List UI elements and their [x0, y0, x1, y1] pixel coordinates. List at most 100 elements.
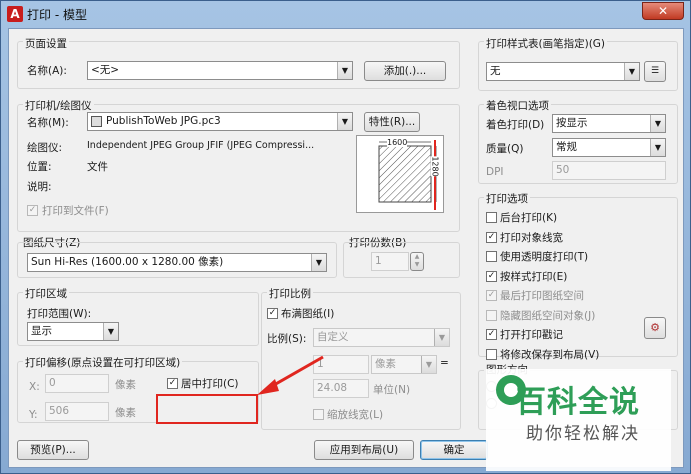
description-label: 说明:: [27, 181, 52, 193]
plot-scale-heading: 打印比例: [267, 286, 313, 301]
plot-option-label: 将修改保存到布局(V): [500, 348, 600, 361]
plot-option-label: 打印对象线宽: [500, 231, 563, 244]
print-dialog-window: A 打印 - 模型 ✕ 页面设置 名称(A): <无> ▼ 添加(.)... 打印…: [0, 0, 691, 474]
location-label: 位置:: [27, 161, 52, 173]
edit-plot-style-icon[interactable]: ☰: [644, 61, 666, 82]
page-setup-name-label: 名称(A):: [27, 65, 67, 77]
chevron-down-icon: ▼: [650, 115, 665, 132]
page-setup-name-value: <无>: [91, 64, 120, 76]
chevron-down-icon: ▼: [337, 62, 352, 79]
close-button[interactable]: ✕: [642, 2, 684, 20]
print-to-file-checkbox[interactable]: ✓: [27, 205, 38, 216]
quality-label: 质量(Q): [486, 143, 524, 155]
scale-unit-value: 像素: [375, 358, 396, 370]
chevron-down-icon: ▼: [311, 254, 326, 271]
center-plot-highlight: [156, 394, 258, 424]
plot-option-checkbox[interactable]: [486, 212, 497, 223]
shade-plot-value: 按显示: [556, 117, 588, 129]
plot-range-label: 打印范围(W):: [27, 308, 92, 320]
printer-name-label: 名称(M):: [27, 117, 69, 129]
watermark-overlay: 百科全说 助你轻松解决: [486, 369, 671, 471]
print-to-file-label: 打印到文件(F): [42, 205, 109, 217]
equals-sign: =: [440, 357, 449, 369]
offset-x-input[interactable]: 0: [45, 374, 109, 393]
plot-option-checkbox[interactable]: ✓: [486, 270, 497, 282]
plot-option-label: 最后打印图纸空间: [500, 290, 584, 302]
ok-button[interactable]: 确定: [420, 440, 488, 460]
scale-lineweights-label: 缩放线宽(L): [327, 409, 384, 421]
plot-range-select[interactable]: 显示 ▼: [27, 322, 119, 341]
shaded-viewport-heading: 着色视口选项: [484, 98, 551, 113]
offset-x-unit: 像素: [115, 379, 136, 391]
chevron-down-icon: ▼: [103, 323, 118, 340]
plot-option-checkbox[interactable]: ✓: [486, 290, 497, 301]
title-bar: A 打印 - 模型 ✕: [1, 1, 690, 27]
center-plot-checkbox[interactable]: ✓: [167, 378, 178, 389]
plot-option-label: 按样式打印(E): [500, 270, 568, 283]
paper-size-select[interactable]: Sun Hi-Res (1600.00 x 1280.00 像素) ▼: [27, 253, 327, 272]
shade-plot-select[interactable]: 按显示 ▼: [552, 114, 666, 133]
autocad-logo-icon: A: [7, 6, 23, 22]
page-setup-name-select[interactable]: <无> ▼: [87, 61, 353, 80]
offset-y-unit: 像素: [115, 407, 136, 419]
plot-option-checkbox[interactable]: ✓: [486, 231, 497, 243]
plotter-value: Independent JPEG Group JFIF (JPEG Compre…: [87, 140, 315, 151]
window-title: 打印 - 模型: [27, 8, 87, 22]
center-plot-label: 居中打印(C): [181, 378, 239, 390]
plot-style-heading: 打印样式表(画笔指定)(G): [484, 36, 608, 51]
copies-input[interactable]: 1: [371, 252, 409, 271]
offset-y-label: Y:: [29, 409, 38, 421]
page-setup-heading: 页面设置: [23, 36, 69, 51]
preview-width-label: 1600: [387, 138, 408, 147]
plot-offset-heading: 打印偏移(原点设置在可打印区域): [23, 355, 183, 370]
scale-label: 比例(S):: [267, 333, 307, 345]
plot-option-label: 后台打印(K): [500, 212, 558, 224]
plot-style-value: 无: [490, 65, 501, 77]
plot-option-checkbox[interactable]: ✓: [486, 329, 497, 340]
scale-unit-select[interactable]: 像素 ▼: [371, 355, 437, 374]
quality-value: 常规: [556, 141, 577, 153]
chevron-down-icon: ▼: [421, 356, 436, 373]
fit-to-paper-checkbox[interactable]: ✓: [267, 308, 278, 319]
printer-heading: 打印机/绘图仪: [23, 98, 94, 113]
preview-height-label: 1280: [430, 156, 440, 177]
add-page-setup-button[interactable]: 添加(.)...: [364, 61, 446, 81]
plot-option-checkbox[interactable]: [486, 309, 497, 321]
paper-preview: 1600 1280: [356, 135, 444, 213]
location-value: 文件: [87, 161, 108, 173]
plotter-icon: [91, 116, 102, 127]
plot-stamp-settings-icon[interactable]: ⚙: [644, 317, 666, 339]
plot-option-label: 隐藏图纸空间对象(J): [500, 309, 596, 322]
offset-y-input[interactable]: 506: [45, 402, 109, 421]
chevron-down-icon: ▼: [624, 63, 639, 80]
watermark-title: 百科全说: [516, 385, 640, 420]
plot-option-label: 使用透明度打印(T): [500, 251, 589, 263]
plot-option-label: 打开打印戳记: [500, 329, 563, 341]
dpi-input[interactable]: 50: [552, 161, 666, 180]
printer-properties-button[interactable]: 特性(R)...: [364, 112, 420, 132]
quality-select[interactable]: 常规 ▼: [552, 138, 666, 157]
scale-value: 自定义: [317, 331, 349, 343]
scale-select[interactable]: 自定义 ▼: [313, 328, 450, 347]
paper-size-value: Sun Hi-Res (1600.00 x 1280.00 像素): [31, 256, 224, 268]
plot-options-heading: 打印选项: [484, 191, 530, 206]
chevron-down-icon: ▼: [650, 139, 665, 156]
printer-name-select[interactable]: PublishToWeb JPG.pc3 ▼: [87, 112, 353, 131]
dpi-label: DPI: [486, 166, 504, 178]
scale-lineweights-checkbox[interactable]: [313, 409, 324, 420]
shade-plot-label: 着色打印(D): [486, 119, 545, 131]
offset-x-label: X:: [29, 381, 40, 393]
plotter-label: 绘图仪:: [27, 142, 63, 154]
fit-to-paper-label: 布满图纸(I): [281, 308, 335, 320]
chevron-down-icon: ▼: [434, 329, 449, 346]
watermark-subtitle: 助你轻松解决: [526, 424, 640, 444]
chevron-down-icon: ▼: [337, 113, 352, 130]
plot-option-checkbox[interactable]: [486, 348, 497, 360]
plot-range-value: 显示: [31, 325, 52, 337]
plot-style-select[interactable]: 无 ▼: [486, 62, 640, 81]
preview-button[interactable]: 预览(P)...: [17, 440, 89, 460]
drawing-units-label: 单位(N): [373, 384, 411, 396]
copies-spinner[interactable]: ▲ ▼: [410, 252, 424, 271]
plot-option-checkbox[interactable]: [486, 251, 497, 262]
apply-to-layout-button[interactable]: 应用到布局(U): [314, 440, 414, 460]
